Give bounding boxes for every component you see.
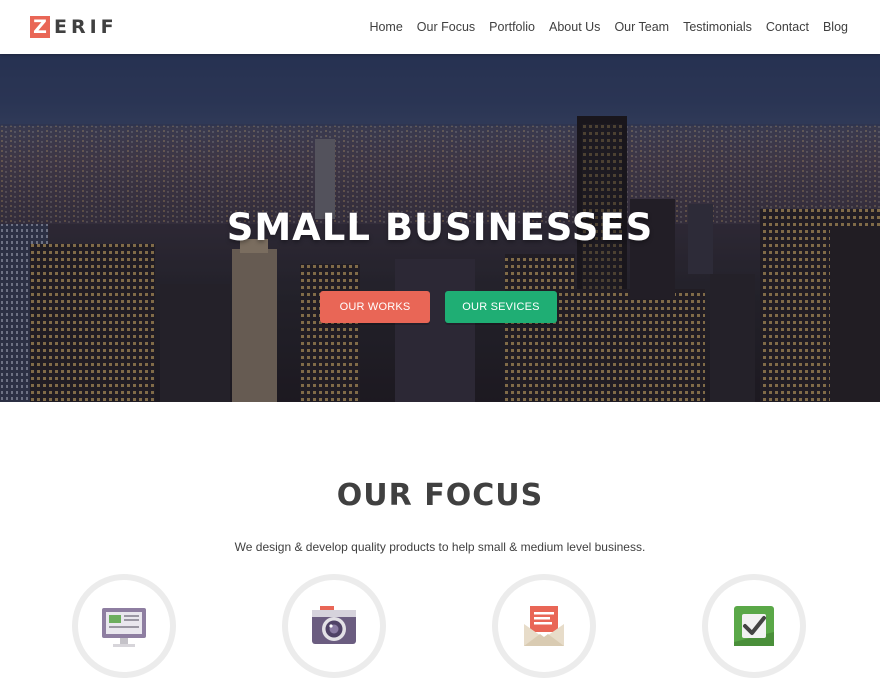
site-logo[interactable]: Z ERIF xyxy=(30,16,118,38)
our-works-button[interactable]: OUR WORKS xyxy=(320,291,430,323)
our-services-button[interactable]: OUR SEVICES xyxy=(445,291,557,323)
main-nav: Home Our Focus Portfolio About Us Our Te… xyxy=(355,19,848,35)
camera-icon xyxy=(312,606,356,644)
focus-item[interactable] xyxy=(492,574,596,678)
logo-text: ERIF xyxy=(54,16,118,38)
nav-portfolio[interactable]: Portfolio xyxy=(489,19,535,35)
nav-contact[interactable]: Contact xyxy=(766,19,809,35)
top-navbar: Z ERIF Home Our Focus Portfolio About Us… xyxy=(0,0,880,54)
focus-item[interactable] xyxy=(282,574,386,678)
nav-our-team[interactable]: Our Team xyxy=(614,19,669,35)
nav-blog[interactable]: Blog xyxy=(823,19,848,35)
focus-item[interactable] xyxy=(72,574,176,678)
nav-testimonials[interactable]: Testimonials xyxy=(683,19,752,35)
nav-about-us[interactable]: About Us xyxy=(549,19,600,35)
mail-icon xyxy=(524,606,564,646)
hero-title: SMALL BUSINESSES xyxy=(226,206,654,249)
hero-section: SMALL BUSINESSES OUR WORKS OUR SEVICES xyxy=(0,54,880,402)
focus-title: OUR FOCUS xyxy=(336,478,544,513)
logo-mark: Z xyxy=(30,16,50,38)
focus-item[interactable] xyxy=(702,574,806,678)
nav-our-focus[interactable]: Our Focus xyxy=(417,19,475,35)
nav-home[interactable]: Home xyxy=(369,19,402,35)
focus-subtitle: We design & develop quality products to … xyxy=(234,540,646,554)
checkmark-icon xyxy=(734,606,774,646)
monitor-icon xyxy=(102,608,146,647)
